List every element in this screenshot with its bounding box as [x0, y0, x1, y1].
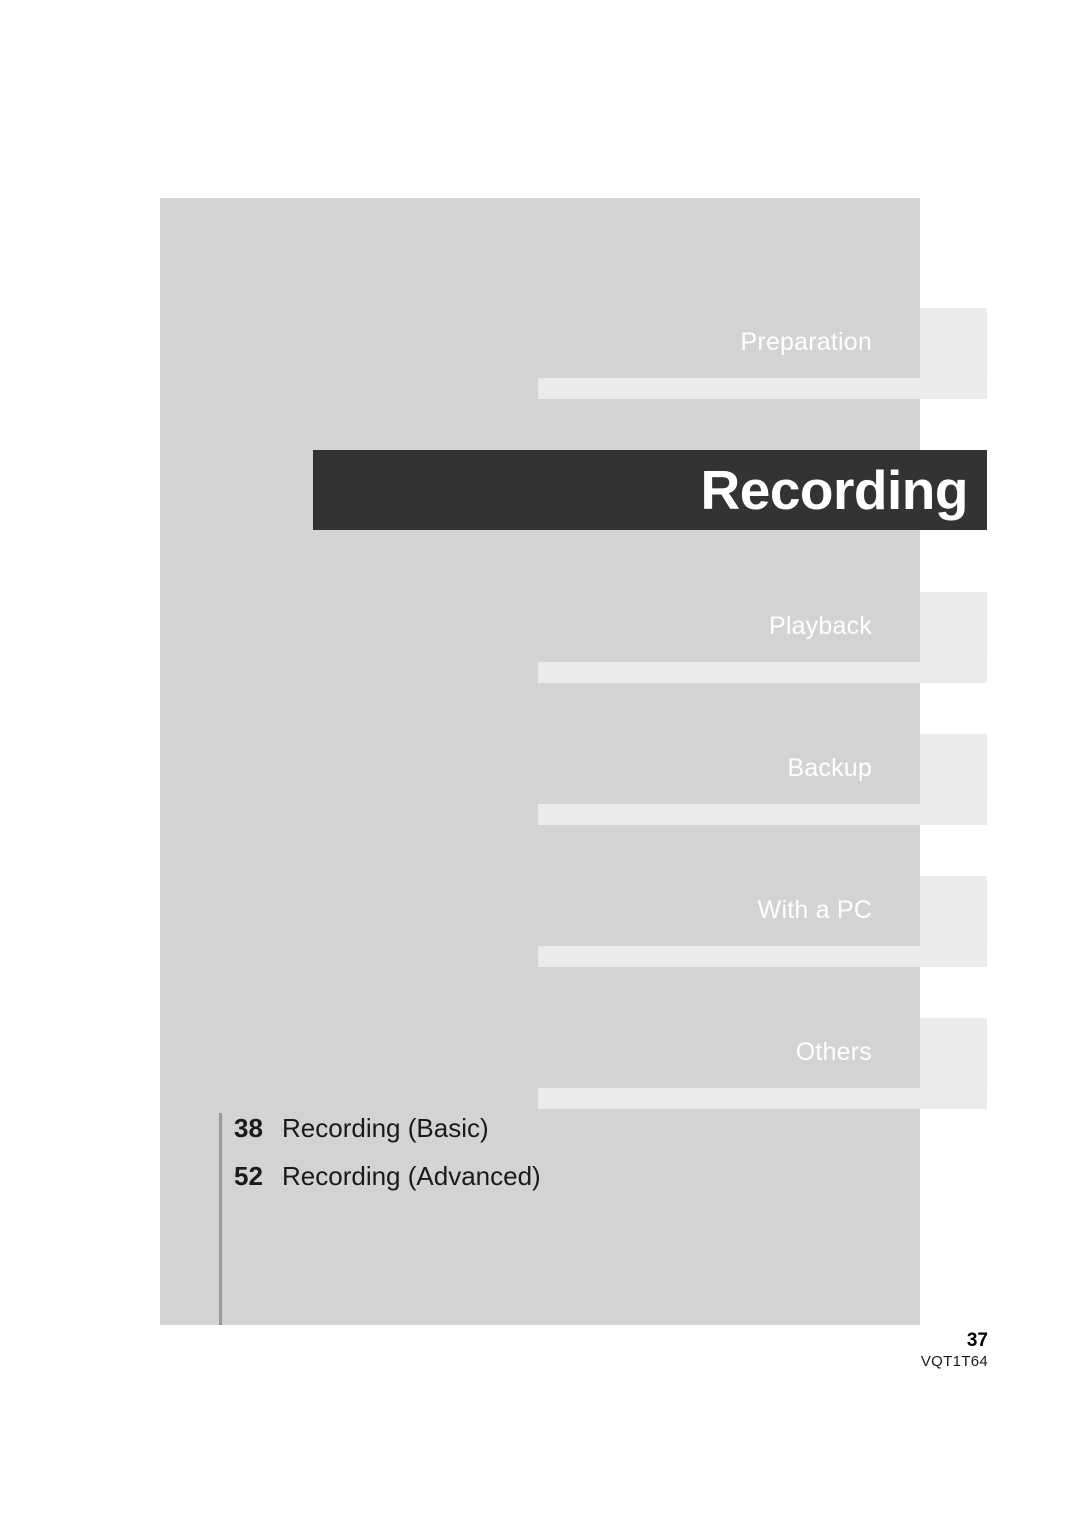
section-tab-label: Preparation: [740, 328, 872, 356]
section-tab-underbar: [538, 804, 987, 825]
contents-entry-page: 52: [234, 1161, 263, 1191]
section-tab-underbar: [538, 378, 987, 399]
section-tab-marker: [920, 876, 987, 956]
contents-entry[interactable]: 38 Recording (Basic): [234, 1113, 794, 1161]
section-tab-with-a-pc[interactable]: With a PC: [0, 876, 1080, 986]
contents-entry-title: Recording (Basic): [282, 1113, 489, 1143]
page-footer: 37 VQT1T64: [760, 1330, 988, 1372]
contents-entry[interactable]: 52 Recording (Advanced): [234, 1161, 794, 1209]
chapter-contents: 38 Recording (Basic) 52 Recording (Advanced…: [219, 1113, 819, 1325]
section-tab-marker: [920, 592, 987, 672]
contents-entry-title: Recording (Advanced): [282, 1161, 541, 1191]
section-tab-backup[interactable]: Backup: [0, 734, 1080, 844]
contents-entry-page: 38: [234, 1113, 263, 1143]
contents-list: 38 Recording (Basic) 52 Recording (Advanced…: [234, 1113, 794, 1209]
section-tab-underbar: [538, 1088, 987, 1109]
section-tab-playback[interactable]: Playback: [0, 592, 1080, 702]
section-tab-marker: [920, 1018, 987, 1098]
section-tab-underbar: [538, 946, 987, 967]
chapter-banner: Recording: [313, 450, 987, 530]
chapter-title: Recording: [700, 459, 969, 521]
section-tab-marker: [920, 308, 987, 388]
section-tab-underbar: [538, 662, 987, 683]
footer-manual-code: VQT1T64: [920, 1353, 988, 1370]
manual-page: Preparation Playback Backup With a PC Others…: [0, 0, 1080, 1526]
section-tab-marker: [920, 734, 987, 814]
section-tab-label: Playback: [768, 612, 872, 640]
section-tab-label: Others: [795, 1038, 872, 1066]
contents-vertical-rule: [219, 1113, 222, 1325]
section-tab-others[interactable]: Others: [0, 1018, 1080, 1128]
section-tab-label: Backup: [787, 754, 872, 782]
section-tab-preparation[interactable]: Preparation: [0, 308, 1080, 418]
footer-page-number: 37: [966, 1330, 988, 1351]
section-tab-label: With a PC: [757, 896, 872, 924]
